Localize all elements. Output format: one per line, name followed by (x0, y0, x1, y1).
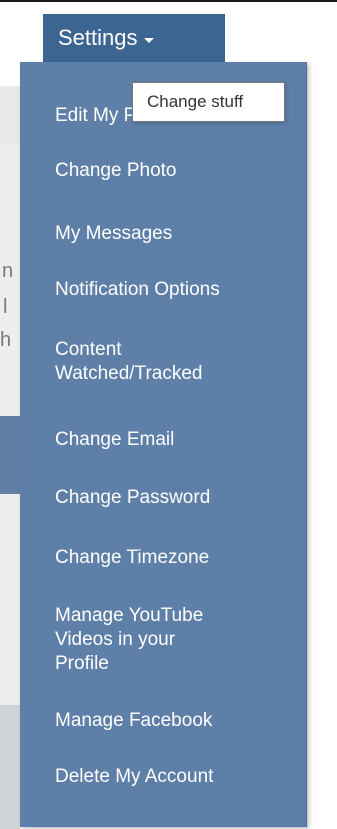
background-text-fragment: h (0, 329, 12, 351)
menu-item-content-watched[interactable]: Content Watched/Tracked (55, 338, 215, 386)
settings-dropdown-menu: Edit My Profile Change Photo My Messages… (20, 62, 307, 827)
background-text-fragment: n (2, 260, 14, 282)
menu-item-manage-youtube[interactable]: Manage YouTube Videos in your Profile (55, 604, 233, 676)
menu-item-manage-facebook[interactable]: Manage Facebook (55, 709, 212, 733)
menu-item-change-timezone[interactable]: Change Timezone (55, 546, 209, 570)
menu-item-delete-account[interactable]: Delete My Account (55, 765, 213, 789)
page-background-footer (0, 705, 20, 829)
caret-down-icon (143, 37, 154, 43)
tooltip: Change stuff (132, 82, 285, 122)
page-background-band (0, 86, 20, 144)
menu-item-my-messages[interactable]: My Messages (55, 222, 172, 246)
menu-item-change-email[interactable]: Change Email (55, 428, 174, 452)
menu-item-change-password[interactable]: Change Password (55, 486, 210, 510)
page-background-highlight-band (0, 416, 20, 494)
background-text-fragment: l (3, 296, 8, 318)
settings-label: Settings (58, 25, 138, 50)
settings-menu-button[interactable]: Settings (43, 14, 225, 62)
menu-item-change-photo[interactable]: Change Photo (55, 159, 177, 183)
menu-item-notification-options[interactable]: Notification Options (55, 278, 220, 302)
